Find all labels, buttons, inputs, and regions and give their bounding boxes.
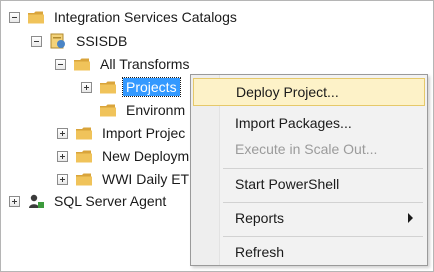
- menu-item-deploy-project[interactable]: Deploy Project...: [193, 78, 425, 106]
- expand-icon[interactable]: [81, 81, 92, 93]
- folder-icon: [76, 127, 92, 139]
- import-packages-label: Import Packages...: [235, 115, 352, 131]
- expand-icon[interactable]: [9, 195, 20, 207]
- collapse-icon[interactable]: [55, 58, 66, 70]
- execute-scale-out-label: Execute in Scale Out...: [235, 141, 378, 157]
- reports-label: Reports: [235, 210, 285, 226]
- expand-icon[interactable]: [57, 150, 68, 162]
- collapse-icon[interactable]: [9, 11, 20, 23]
- sql-agent-label: SQL Server Agent: [54, 193, 167, 209]
- sql-agent-icon: [29, 194, 44, 208]
- expand-icon[interactable]: [57, 127, 68, 139]
- tree-node-catalogs[interactable]: Integration Services Catalogs: [9, 7, 240, 27]
- menu-separator: [223, 168, 423, 169]
- tree-node-wwi-daily[interactable]: WWI Daily ET: [57, 169, 192, 189]
- tree-node-projects[interactable]: Projects: [81, 77, 181, 97]
- catalogs-label: Integration Services Catalogs: [54, 9, 237, 25]
- database-icon: [50, 33, 65, 49]
- tree-node-environments[interactable]: Environm: [81, 100, 188, 120]
- ssisdb-label: SSISDB: [76, 33, 128, 49]
- submenu-arrow-icon: [408, 213, 413, 223]
- new-deployment-label: New Deploym: [102, 148, 190, 164]
- folder-icon: [28, 11, 44, 23]
- start-powershell-label: Start PowerShell: [235, 176, 340, 192]
- deploy-project-label: Deploy Project...: [236, 84, 339, 100]
- folder-icon: [76, 150, 92, 162]
- tree-node-import-projects[interactable]: Import Projec: [57, 123, 188, 143]
- collapse-icon[interactable]: [31, 35, 42, 47]
- menu-item-execute-scale-out: Execute in Scale Out...: [193, 135, 425, 163]
- folder-icon: [100, 104, 116, 116]
- folder-icon: [76, 173, 92, 185]
- all-transforms-label: All Transforms: [100, 56, 190, 72]
- menu-separator: [223, 202, 423, 203]
- folder-icon: [74, 58, 90, 70]
- tree-node-new-deployment[interactable]: New Deploym: [57, 146, 192, 166]
- menu-separator: [223, 236, 423, 237]
- projects-label: Projects: [122, 77, 181, 97]
- tree-node-all-transforms[interactable]: All Transforms: [55, 54, 192, 74]
- menu-item-refresh[interactable]: Refresh: [193, 238, 425, 266]
- menu-item-start-powershell[interactable]: Start PowerShell: [193, 170, 425, 198]
- menu-item-import-packages[interactable]: Import Packages...: [193, 109, 425, 137]
- wwi-daily-label: WWI Daily ET: [102, 171, 190, 187]
- menu-item-reports[interactable]: Reports: [193, 204, 425, 232]
- tree-node-ssisdb[interactable]: SSISDB: [31, 31, 130, 51]
- context-menu: Deploy Project... Import Packages... Exe…: [190, 74, 428, 266]
- folder-icon: [100, 81, 116, 93]
- tree-node-sql-agent[interactable]: SQL Server Agent: [9, 191, 169, 211]
- import-projects-label: Import Projec: [102, 125, 186, 141]
- refresh-label: Refresh: [235, 244, 285, 260]
- expand-icon[interactable]: [57, 173, 68, 185]
- environments-label: Environm: [126, 102, 186, 118]
